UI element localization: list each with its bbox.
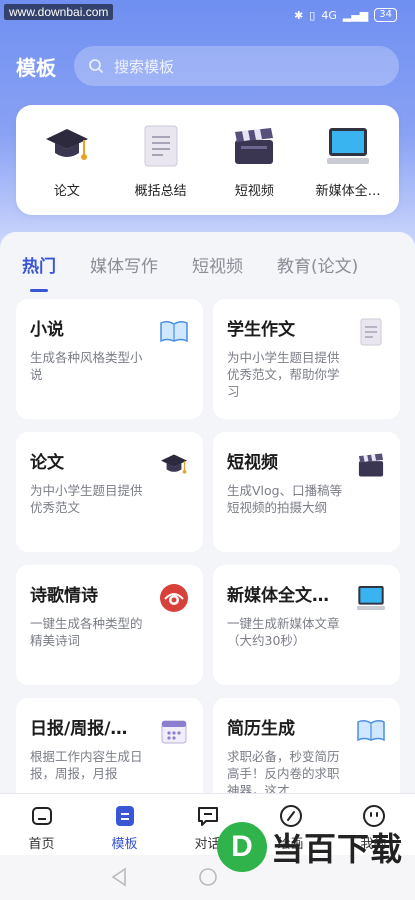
active-tab-indicator bbox=[30, 289, 48, 292]
tab-media-writing[interactable]: 媒体写作 bbox=[90, 252, 158, 277]
card-description: 为中小学生题目提供优秀范文 bbox=[30, 483, 143, 515]
bluetooth-icon: ✱ bbox=[294, 8, 304, 22]
featured-label: 新媒体全… bbox=[315, 183, 381, 199]
calendar-icon bbox=[159, 716, 189, 746]
featured-label: 短视频 bbox=[234, 183, 274, 199]
logo-text: 当百下载 bbox=[270, 830, 403, 868]
tab-education[interactable]: 教育(论文) bbox=[277, 252, 358, 277]
category-tabs: 热门 媒体写作 短视频 教育(论文) bbox=[22, 252, 415, 277]
status-bar: ✱ ▯ 4G ▂▄▆ 34 bbox=[294, 8, 397, 22]
template-card-short-video[interactable]: 短视频 生成Vlog、口播稿等短视频的拍摄大纲 bbox=[213, 432, 400, 552]
template-card-student-essay[interactable]: 学生作文 为中小学生题目提供优秀范文，帮助你学习 bbox=[213, 299, 400, 419]
featured-item-paper[interactable]: 论文 bbox=[22, 122, 112, 199]
nav-label: 模板 bbox=[111, 837, 138, 852]
template-card-novel[interactable]: 小说 生成各种风格类型小说 bbox=[16, 299, 203, 419]
card-title: 短视频 bbox=[227, 453, 278, 473]
search-placeholder: 搜索模板 bbox=[114, 57, 175, 76]
download-site-logo: D 当百下载 bbox=[216, 822, 403, 872]
clapperboard-icon bbox=[230, 122, 278, 170]
monitor-icon bbox=[324, 122, 372, 170]
clapperboard-icon bbox=[356, 450, 386, 480]
card-title: 论文 bbox=[30, 453, 64, 473]
card-description: 一键生成新媒体文章（大约30秒） bbox=[227, 616, 340, 648]
book-icon bbox=[159, 317, 189, 347]
card-title: 诗歌情诗 bbox=[30, 586, 98, 606]
search-icon bbox=[89, 59, 103, 73]
tab-hot[interactable]: 热门 bbox=[22, 252, 56, 277]
card-title: 新媒体全文… bbox=[227, 586, 329, 606]
featured-item-new-media[interactable]: 新媒体全… bbox=[303, 122, 393, 199]
card-description: 一键生成各种类型的精美诗词 bbox=[30, 616, 143, 648]
card-description: 生成各种风格类型小说 bbox=[30, 350, 143, 382]
featured-item-short-video[interactable]: 短视频 bbox=[209, 122, 299, 199]
featured-label: 概括总结 bbox=[134, 183, 187, 199]
card-title: 日报/周报/… bbox=[30, 719, 128, 739]
search-input[interactable]: 搜索模板 bbox=[74, 46, 399, 86]
back-icon[interactable] bbox=[110, 867, 128, 887]
featured-item-summary[interactable]: 概括总结 bbox=[116, 122, 206, 199]
template-icon bbox=[113, 804, 137, 828]
card-description: 为中小学生题目提供优秀范文，帮助你学习 bbox=[227, 350, 340, 399]
app-header: 模板 搜索模板 bbox=[16, 46, 399, 86]
monitor-icon bbox=[356, 583, 386, 613]
card-title: 小说 bbox=[30, 320, 64, 340]
document-icon bbox=[356, 317, 386, 347]
graduation-cap-icon bbox=[43, 122, 91, 170]
chat-icon bbox=[196, 804, 220, 828]
poetry-seal-icon bbox=[159, 583, 189, 613]
network-label: 4G bbox=[321, 8, 337, 22]
template-card-paper[interactable]: 论文 为中小学生题目提供优秀范文 bbox=[16, 432, 203, 552]
site-watermark: www.downbai.com bbox=[4, 4, 114, 20]
featured-label: 论文 bbox=[53, 183, 80, 199]
nav-item-template[interactable]: 模板 bbox=[90, 804, 160, 852]
featured-templates: 论文 概括总结 短视频 新媒体全… bbox=[16, 105, 399, 215]
vibrate-icon: ▯ bbox=[309, 8, 316, 22]
template-card-new-media[interactable]: 新媒体全文… 一键生成新媒体文章（大约30秒） bbox=[213, 565, 400, 685]
nav-item-home[interactable]: 首页 bbox=[7, 804, 77, 852]
card-title: 简历生成 bbox=[227, 719, 295, 739]
logo-badge: D bbox=[216, 822, 267, 872]
document-icon bbox=[137, 122, 185, 170]
nav-label: 首页 bbox=[28, 837, 55, 852]
book-icon bbox=[356, 716, 386, 746]
tab-short-video[interactable]: 短视频 bbox=[192, 252, 243, 277]
page-title: 模板 bbox=[16, 55, 56, 80]
home-icon bbox=[30, 804, 54, 828]
home-circle-icon[interactable] bbox=[198, 867, 218, 887]
card-description: 生成Vlog、口播稿等短视频的拍摄大纲 bbox=[227, 483, 343, 515]
template-card-poetry[interactable]: 诗歌情诗 一键生成各种类型的精美诗词 bbox=[16, 565, 203, 685]
signal-icon: ▂▄▆ bbox=[342, 8, 369, 22]
battery-indicator: 34 bbox=[374, 8, 397, 22]
graduation-cap-icon bbox=[159, 450, 189, 480]
card-title: 学生作文 bbox=[227, 320, 295, 340]
